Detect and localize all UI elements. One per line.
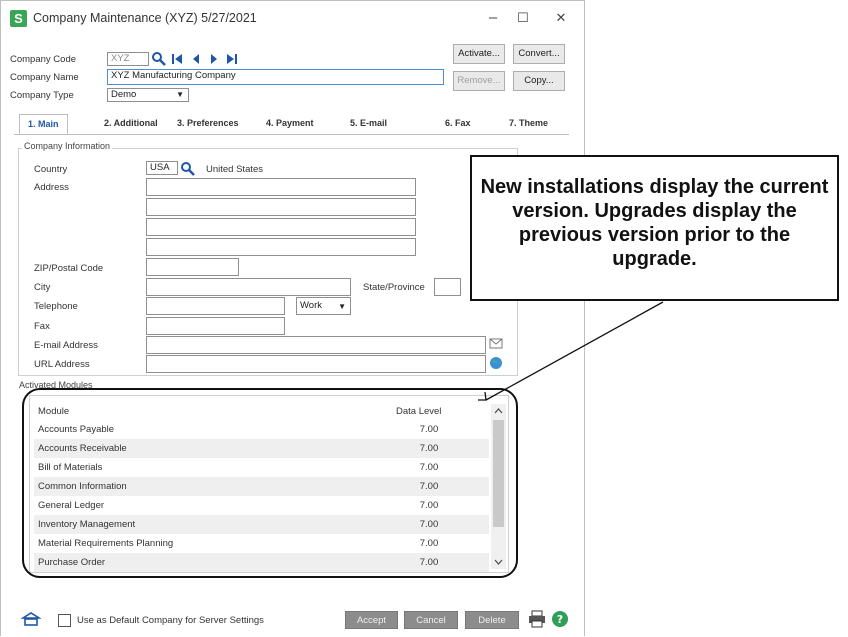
convert-button[interactable]: Convert... [513, 44, 565, 64]
email-label: E-mail Address [34, 340, 98, 351]
telephone-input[interactable] [146, 297, 285, 315]
country-label: Country [34, 164, 68, 175]
window-title: Company Maintenance (XYZ) 5/27/2021 [33, 11, 257, 25]
phone-type-value: Work [300, 300, 322, 311]
accept-button[interactable]: Accept [345, 611, 398, 629]
tab-fax[interactable]: 6. Fax [445, 118, 471, 128]
telephone-label: Telephone [34, 301, 78, 312]
chevron-down-icon: ▼ [176, 90, 184, 99]
fax-input[interactable] [146, 317, 285, 335]
company-icon[interactable] [21, 611, 41, 627]
tab-preferences[interactable]: 3. Preferences [177, 118, 239, 128]
address-line-3-input[interactable] [146, 218, 416, 236]
country-code-input[interactable]: USA [146, 161, 178, 175]
app-icon: S [10, 10, 27, 27]
maximize-button[interactable]: ☐ [509, 7, 537, 29]
company-code-label: Company Code [10, 54, 77, 65]
tab-theme[interactable]: 7. Theme [509, 118, 548, 128]
title-bar: S Company Maintenance (XYZ) 5/27/2021 – … [1, 1, 584, 35]
search-icon[interactable] [180, 161, 196, 177]
address-line-1-input[interactable] [146, 178, 416, 196]
phone-type-select[interactable]: Work ▼ [296, 297, 351, 315]
search-icon[interactable] [151, 51, 167, 67]
chevron-down-icon: ▼ [338, 302, 346, 311]
country-name: United States [206, 164, 264, 175]
state-input[interactable] [434, 278, 461, 296]
copy-button[interactable]: Copy... [513, 71, 565, 91]
company-type-select[interactable]: Demo ▼ [107, 88, 189, 102]
minimize-button[interactable]: – [479, 7, 507, 29]
printer-icon[interactable] [528, 610, 546, 628]
address-label: Address [34, 182, 69, 193]
previous-record-icon[interactable] [191, 53, 201, 65]
state-label: State/Province [363, 282, 425, 293]
company-type-label: Company Type [10, 90, 74, 101]
tab-bar: 1. Main 2. Additional 3. Preferences 4. … [14, 114, 569, 135]
company-type-value: Demo [111, 89, 137, 100]
default-company-label: Use as Default Company for Server Settin… [77, 615, 264, 626]
tab-email[interactable]: 5. E-mail [350, 118, 387, 128]
url-label: URL Address [34, 359, 90, 370]
company-name-label: Company Name [10, 72, 79, 83]
first-record-icon[interactable] [171, 53, 183, 65]
highlight-outline [22, 388, 518, 578]
fax-label: Fax [34, 321, 50, 332]
help-icon[interactable]: ? [551, 610, 569, 628]
email-input[interactable] [146, 336, 486, 354]
address-line-2-input[interactable] [146, 198, 416, 216]
company-code-input[interactable]: XYZ [107, 52, 149, 66]
svg-text:?: ? [557, 613, 563, 626]
zip-label: ZIP/Postal Code [34, 263, 104, 274]
company-information-title: Company Information [22, 141, 113, 151]
remove-button[interactable]: Remove... [453, 71, 505, 91]
delete-button[interactable]: Delete [465, 611, 519, 629]
last-record-icon[interactable] [226, 53, 238, 65]
close-button[interactable]: ✕ [547, 7, 575, 29]
city-input[interactable] [146, 278, 351, 296]
activate-button[interactable]: Activate... [453, 44, 505, 64]
tab-main[interactable]: 1. Main [19, 114, 68, 134]
address-line-4-input[interactable] [146, 238, 416, 256]
tab-additional[interactable]: 2. Additional [104, 118, 158, 128]
callout-text: New installations display the current ve… [480, 176, 829, 270]
tab-payment[interactable]: 4. Payment [266, 118, 314, 128]
callout-box: New installations display the current ve… [470, 155, 839, 301]
zip-input[interactable] [146, 258, 239, 276]
next-record-icon[interactable] [209, 53, 219, 65]
company-name-input[interactable]: XYZ Manufacturing Company [107, 69, 444, 85]
url-input[interactable] [146, 355, 486, 373]
cancel-button[interactable]: Cancel [404, 611, 458, 629]
default-company-checkbox[interactable] [58, 614, 71, 627]
city-label: City [34, 282, 51, 293]
callout-arrow [478, 301, 664, 401]
